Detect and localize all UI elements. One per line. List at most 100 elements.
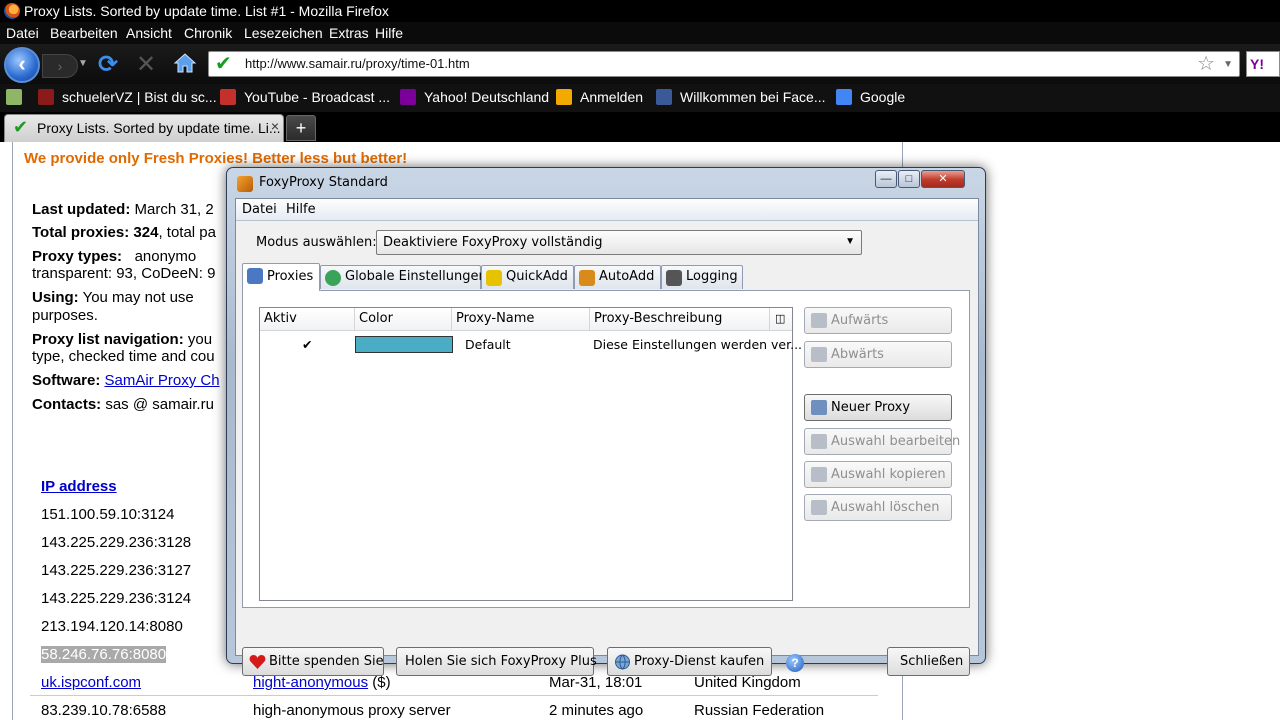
heart-icon: [249, 655, 266, 669]
software-label: Software:: [32, 372, 101, 389]
page-headline: We provide only Fresh Proxies! Better le…: [24, 150, 408, 167]
close-tab-icon[interactable]: ×: [271, 118, 279, 134]
country: Russian Federation: [694, 702, 825, 719]
column-picker-icon[interactable]: ◫: [770, 308, 792, 331]
total-proxies-value: 324: [133, 224, 159, 241]
help-icon[interactable]: ?: [786, 654, 804, 672]
dialog-menu-hilfe[interactable]: Hilfe: [286, 202, 316, 217]
column-proxy-beschreibung[interactable]: Proxy-Beschreibung: [590, 308, 770, 331]
bookmark-google[interactable]: Google: [836, 84, 905, 112]
column-color[interactable]: Color: [355, 308, 452, 331]
maximize-button[interactable]: □: [898, 170, 920, 188]
menu-lesezeichen[interactable]: Lesezeichen: [244, 25, 323, 41]
button-label: Schließen: [900, 654, 964, 669]
tab-label: Proxy Lists. Sorted by update time. Li..…: [37, 120, 281, 136]
tab-globale-einstellungen[interactable]: Globale Einstellungen: [320, 265, 487, 289]
edit-selection-button[interactable]: Auswahl bearbeiten: [804, 428, 960, 455]
bookmark-yahoo[interactable]: Yahoo! Deutschland: [400, 84, 549, 112]
column-proxy-name[interactable]: Proxy-Name: [452, 308, 590, 331]
forward-button[interactable]: ›: [42, 54, 78, 78]
anonymity-link[interactable]: hight-anonymous: [253, 674, 368, 691]
software-link[interactable]: SamAir Proxy Ch: [105, 372, 220, 389]
bookmark-star-icon[interactable]: ☆: [1197, 53, 1215, 75]
menu-ansicht[interactable]: Ansicht: [126, 25, 172, 41]
bookmark-youtube[interactable]: YouTube - Broadcast ...: [220, 84, 390, 112]
foxyproxy-plus-button[interactable]: Holen Sie sich FoxyProxy Plus: [396, 647, 597, 676]
bookmarks-menu-button[interactable]: [6, 84, 30, 112]
ip-row: 213.194.120.14:8080: [41, 618, 183, 635]
dialog-menu-datei[interactable]: Datei: [242, 202, 277, 217]
host-link[interactable]: uk.ispconf.com: [41, 674, 141, 691]
move-up-button[interactable]: Aufwärts: [804, 307, 952, 334]
bookmark-label: schuelerVZ | Bist du sc...: [62, 89, 217, 105]
search-engine-button[interactable]: Y!: [1246, 51, 1280, 77]
proxies-panel: Aktiv Color Proxy-Name Proxy-Beschreibun…: [242, 290, 970, 608]
active-check[interactable]: ✔: [302, 337, 312, 352]
menu-extras[interactable]: Extras: [329, 25, 369, 41]
button-label: Aufwärts: [831, 313, 889, 328]
bookmark-schuelervz[interactable]: schuelerVZ | Bist du sc...: [38, 84, 217, 112]
url-dropdown-icon[interactable]: ▼: [1223, 59, 1233, 70]
chevron-down-icon: ▼: [845, 236, 855, 247]
monitor-delete-icon: [811, 500, 827, 515]
column-aktiv[interactable]: Aktiv: [260, 308, 355, 331]
copy-selection-button[interactable]: Auswahl kopieren: [804, 461, 952, 488]
tab-logging[interactable]: Logging: [661, 265, 743, 289]
move-down-button[interactable]: Abwärts: [804, 341, 952, 368]
contacts-value: sas @ samair.ru: [105, 396, 214, 413]
arrow-up-icon: [811, 313, 827, 328]
donate-button[interactable]: Bitte spenden Sie: [242, 647, 384, 676]
tab-label: AutoAdd: [599, 269, 655, 284]
button-label: Proxy-Dienst kaufen: [634, 654, 765, 669]
delete-selection-button[interactable]: Auswahl löschen: [804, 494, 952, 521]
bookmark-label: YouTube - Broadcast ...: [244, 89, 391, 105]
back-button[interactable]: ‹: [4, 47, 40, 83]
button-label: Auswahl bearbeiten: [831, 434, 961, 449]
minimize-button[interactable]: —: [875, 170, 897, 188]
mode-label: Modus auswählen:: [256, 235, 377, 250]
bookmarks-toolbar: schuelerVZ | Bist du sc... YouTube - Bro…: [0, 84, 1280, 112]
arrow-down-icon: [811, 347, 827, 362]
bookmark-facebook[interactable]: Willkommen bei Face...: [656, 84, 825, 112]
close-window-button[interactable]: ✕: [921, 170, 965, 188]
ip-address-header[interactable]: IP address: [41, 478, 117, 495]
proxy-types-line2: transparent: 93, CoDeeN: 9: [32, 265, 216, 282]
tab-label: Globale Einstellungen: [345, 269, 487, 284]
home-button[interactable]: [172, 50, 198, 76]
menu-hilfe[interactable]: Hilfe: [375, 25, 403, 41]
ip-row: 151.100.59.10:3124: [41, 506, 175, 523]
history-dropdown-icon[interactable]: ▼: [78, 58, 88, 69]
menu-datei[interactable]: Datei: [6, 25, 39, 41]
new-proxy-button[interactable]: Neuer Proxy: [804, 394, 952, 421]
new-tab-button[interactable]: +: [286, 115, 316, 141]
buy-proxy-service-button[interactable]: Proxy-Dienst kaufen: [607, 647, 772, 676]
tab-quickadd[interactable]: QuickAdd: [481, 265, 574, 289]
navigation-value: you: [187, 331, 213, 348]
dialog-client: Datei Hilfe Modus auswählen: Deaktiviere…: [235, 198, 979, 676]
yahoo-icon: Y!: [1250, 56, 1264, 72]
tab-proxy-lists[interactable]: ✔ Proxy Lists. Sorted by update time. Li…: [4, 114, 284, 142]
url-text: http://www.samair.ru/proxy/time-01.htm: [245, 56, 470, 71]
menu-bearbeiten[interactable]: Bearbeiten: [50, 25, 118, 41]
mode-select[interactable]: Deaktiviere FoxyProxy vollständig ▼: [376, 230, 862, 255]
dialog-title: FoxyProxy Standard: [259, 175, 388, 190]
bookmark-anmelden[interactable]: Anmelden: [556, 84, 643, 112]
firefox-icon: [4, 3, 20, 19]
using-value: You may not use: [82, 289, 194, 306]
proxy-list[interactable]: Aktiv Color Proxy-Name Proxy-Beschreibun…: [259, 307, 802, 601]
row-divider: [30, 695, 878, 696]
tab-proxies[interactable]: Proxies: [242, 263, 320, 291]
anonymity-tail: ($): [372, 674, 391, 691]
url-bar[interactable]: ✔ http://www.samair.ru/proxy/time-01.htm…: [208, 51, 1240, 77]
menu-chronik[interactable]: Chronik: [184, 25, 232, 41]
stop-button[interactable]: ✕: [136, 53, 156, 77]
tab-autoadd[interactable]: AutoAdd: [574, 265, 661, 289]
ip-row: 83.239.10.78:6588: [41, 702, 167, 719]
button-label: Auswahl löschen: [831, 500, 940, 515]
globe-icon: [325, 270, 341, 286]
proxy-description: Diese Einstellungen werden ver...: [593, 337, 803, 352]
yahoo-icon: [400, 89, 416, 105]
close-button[interactable]: Schließen: [887, 647, 970, 676]
stop-icon: ✕: [136, 51, 157, 78]
reload-button[interactable]: ⟳: [98, 53, 118, 77]
